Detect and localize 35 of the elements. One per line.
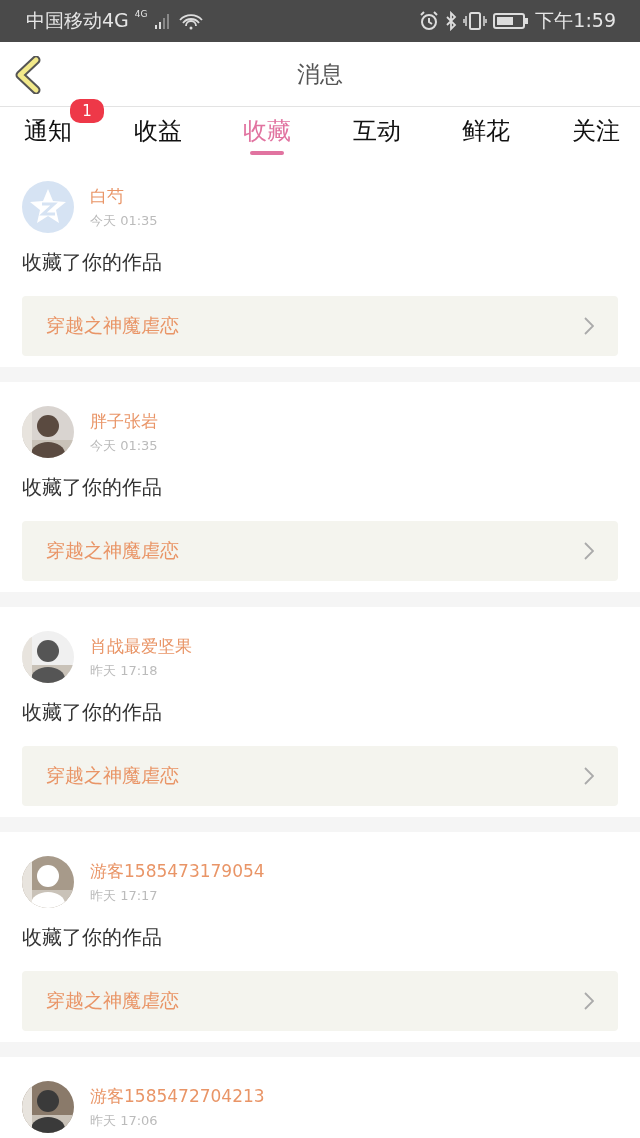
unread-badge: 1 [70,99,104,123]
tab[interactable]: 关注 [571,107,620,157]
battery-icon [493,12,530,30]
wifi-icon [177,12,204,30]
avatar-icon [22,181,74,233]
network-label: 4G [134,9,148,19]
message-text: 收藏了你的作品 [22,699,163,725]
user-name: 游客1585472704213 [90,1084,265,1108]
message-text: 收藏了你的作品 [22,249,163,275]
tab[interactable]: 互动 [352,107,401,157]
timestamp: 今天 01:35 [90,211,158,230]
user-name: 白芍 [90,184,125,208]
chevron-icon [584,542,594,560]
tab[interactable]: 收益 [133,107,182,157]
page-title: 消息 [297,59,343,89]
timestamp: 昨天 17:17 [90,886,159,905]
timestamp: 今天 01:35 [90,436,158,455]
chevron-icon [584,317,594,335]
user-name: 胖子张岩 [90,409,158,433]
signal-icon [153,13,172,29]
user-name: 游客1585473179054 [90,859,265,883]
user-name: 肖战最爱坚果 [90,634,192,658]
tab[interactable]: 鲜花 [462,107,511,157]
message-text: 收藏了你的作品 [22,474,163,500]
clock-time: 下午1:59 [535,8,616,33]
bluetooth-icon [445,11,458,31]
carrier-text: 中国移动4G [26,8,129,33]
timestamp: 昨天 17:18 [90,661,159,680]
chevron-icon [584,992,594,1010]
message-text: 收藏了你的作品 [22,924,163,950]
vibrate-icon [463,11,488,31]
timestamp: 昨天 17:06 [90,1111,159,1130]
tab[interactable]: 通知 [24,107,72,157]
chevron-icon [584,767,594,785]
alarm-icon [419,11,440,31]
